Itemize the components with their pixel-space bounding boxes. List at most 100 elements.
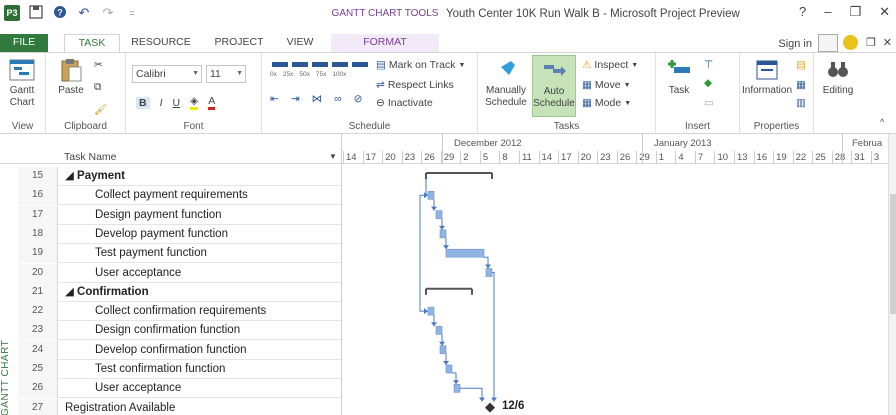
task-name[interactable]: User acceptance [95,379,181,398]
task-bar[interactable] [439,229,447,239]
dependency-link[interactable] [492,272,495,402]
pct-75-label[interactable]: 75x [316,71,326,78]
task-row[interactable]: 15 ◢ Payment [18,167,341,186]
task-row[interactable]: 19 Test payment function [18,244,341,264]
tab-file[interactable]: FILE [0,34,48,52]
task-id[interactable]: 26 [18,379,58,399]
highlight-color-icon[interactable]: ◈ [190,95,199,110]
mark-on-track-button[interactable]: ▤ Mark on Track ▼ [376,59,465,71]
tab-resource[interactable]: RESOURCE [128,34,194,52]
font-size-combo[interactable]: 11 ▼ [206,65,246,83]
task-bar[interactable] [445,364,453,374]
italic-button[interactable]: I [160,97,163,109]
task-name[interactable]: Registration Available [65,399,175,415]
help-circle-icon[interactable]: ? [52,5,68,21]
task-row[interactable]: 17 Design payment function [18,205,341,225]
task-bar[interactable] [439,345,447,354]
unlink-tasks-icon[interactable]: ⊘ [354,93,363,105]
restore-button[interactable]: ❐ [849,4,861,20]
task-name[interactable]: Collect payment requirements [95,186,248,205]
task-name[interactable]: Develop confirmation function [95,341,247,360]
task-id[interactable]: 19 [18,244,58,264]
dependency-arrowhead[interactable] [431,206,437,211]
task-row[interactable]: 21 ◢ Confirmation [18,282,341,302]
task-name[interactable]: Collect confirmation requirements [95,302,266,321]
task-id[interactable]: 27 [18,398,58,415]
dependency-arrowhead[interactable] [439,225,445,230]
dependency-arrowhead[interactable] [424,308,428,315]
minimize-button[interactable]: – [824,4,831,20]
dependency-arrowhead[interactable] [485,264,491,269]
vertical-scrollbar[interactable] [888,134,896,415]
respect-links-button[interactable]: ⇌ Respect Links [376,79,454,91]
milestone-icon[interactable]: ◆ [704,77,712,89]
task-name[interactable]: Develop payment function [95,225,228,244]
underline-button[interactable]: U [173,97,181,109]
dependency-arrowhead[interactable] [443,361,449,365]
task-id[interactable]: 22 [18,302,58,322]
task-id[interactable]: 24 [18,340,58,360]
task-row[interactable]: 24 Develop confirmation function [18,340,341,360]
inactivate-button[interactable]: ⊖ Inactivate [376,97,433,109]
task-name-column-header[interactable]: Task Name [64,151,117,163]
pct-25-label[interactable]: 25x [283,71,293,78]
tab-project[interactable]: PROJECT [208,34,270,52]
task-row[interactable]: 22 Collect confirmation requirements [18,302,341,322]
outdent-icon[interactable]: ⇤ [270,93,279,105]
dependency-arrowhead[interactable] [431,322,437,327]
cut-icon[interactable]: ✂ [94,59,103,71]
link-tasks-icon[interactable]: ∞ [334,93,342,105]
avatar[interactable] [818,34,838,52]
task-id[interactable]: 16 [18,186,58,206]
mode-button[interactable]: ▦ Mode ▼ [582,97,631,109]
task-name[interactable]: User acceptance [95,264,181,283]
task-row[interactable]: 26 User acceptance [18,379,341,399]
format-painter-icon[interactable]: 🖌 [94,103,107,116]
save-icon[interactable] [28,5,44,21]
paste-button[interactable]: Paste [54,57,88,97]
document-close-icon[interactable]: ✕ [883,36,892,49]
tab-view[interactable]: VIEW [280,34,320,52]
task-row[interactable]: 18 Develop payment function [18,224,341,244]
task-bar[interactable] [445,248,485,258]
task-id[interactable]: 23 [18,321,58,341]
help-button[interactable]: ? [799,4,806,20]
notes-icon[interactable]: ▤ [796,59,806,71]
task-id[interactable]: 18 [18,224,58,244]
task-id[interactable]: 20 [18,263,58,283]
gantt-chart-button[interactable]: Gantt Chart [3,57,41,109]
inspect-button[interactable]: ⚠ Inspect ▼ [582,59,638,71]
add-to-timeline-icon[interactable]: ▥ [796,97,806,109]
signin-link[interactable]: Sign in [778,38,812,50]
task-id[interactable]: 17 [18,205,58,225]
move-button[interactable]: ▦ Move ▼ [582,79,631,91]
pct-50-label[interactable]: 50x [299,71,309,78]
customize-qat-icon[interactable]: = [124,5,140,21]
milestone-diamond[interactable] [485,402,495,413]
task-row[interactable]: 20 User acceptance [18,263,341,283]
chevron-down-icon[interactable]: ▼ [329,152,337,161]
font-family-combo[interactable]: Calibri ▼ [132,65,202,83]
collapse-ribbon-icon[interactable]: ^ [880,117,884,127]
task-id[interactable]: 25 [18,360,58,379]
task-name[interactable]: Design payment function [95,206,222,225]
task-name[interactable]: Test confirmation function [95,360,225,379]
dependency-arrowhead[interactable] [439,341,445,346]
task-id[interactable]: 15 [18,167,58,186]
task-id[interactable]: 21 [18,282,58,302]
bold-button[interactable]: B [136,96,150,109]
task-row[interactable]: 23 Design confirmation function [18,321,341,341]
insert-task-button[interactable]: Task [664,57,694,97]
task-bar[interactable] [485,268,493,277]
ribbon-restore-icon[interactable]: ❐ [866,36,876,49]
feedback-smiley-icon[interactable] [843,35,858,50]
task-bar[interactable] [427,190,435,200]
scrollbar-thumb[interactable] [890,194,896,314]
tab-format[interactable]: FORMAT [331,34,439,52]
task-name[interactable]: Design confirmation function [95,321,240,340]
manually-schedule-button[interactable]: Manually Schedule [484,57,528,109]
deliverable-icon[interactable]: ▭ [704,97,714,109]
editing-button[interactable]: Editing [818,57,858,97]
redo-icon[interactable]: ↷ [100,5,116,21]
dependency-arrowhead[interactable] [479,397,485,402]
